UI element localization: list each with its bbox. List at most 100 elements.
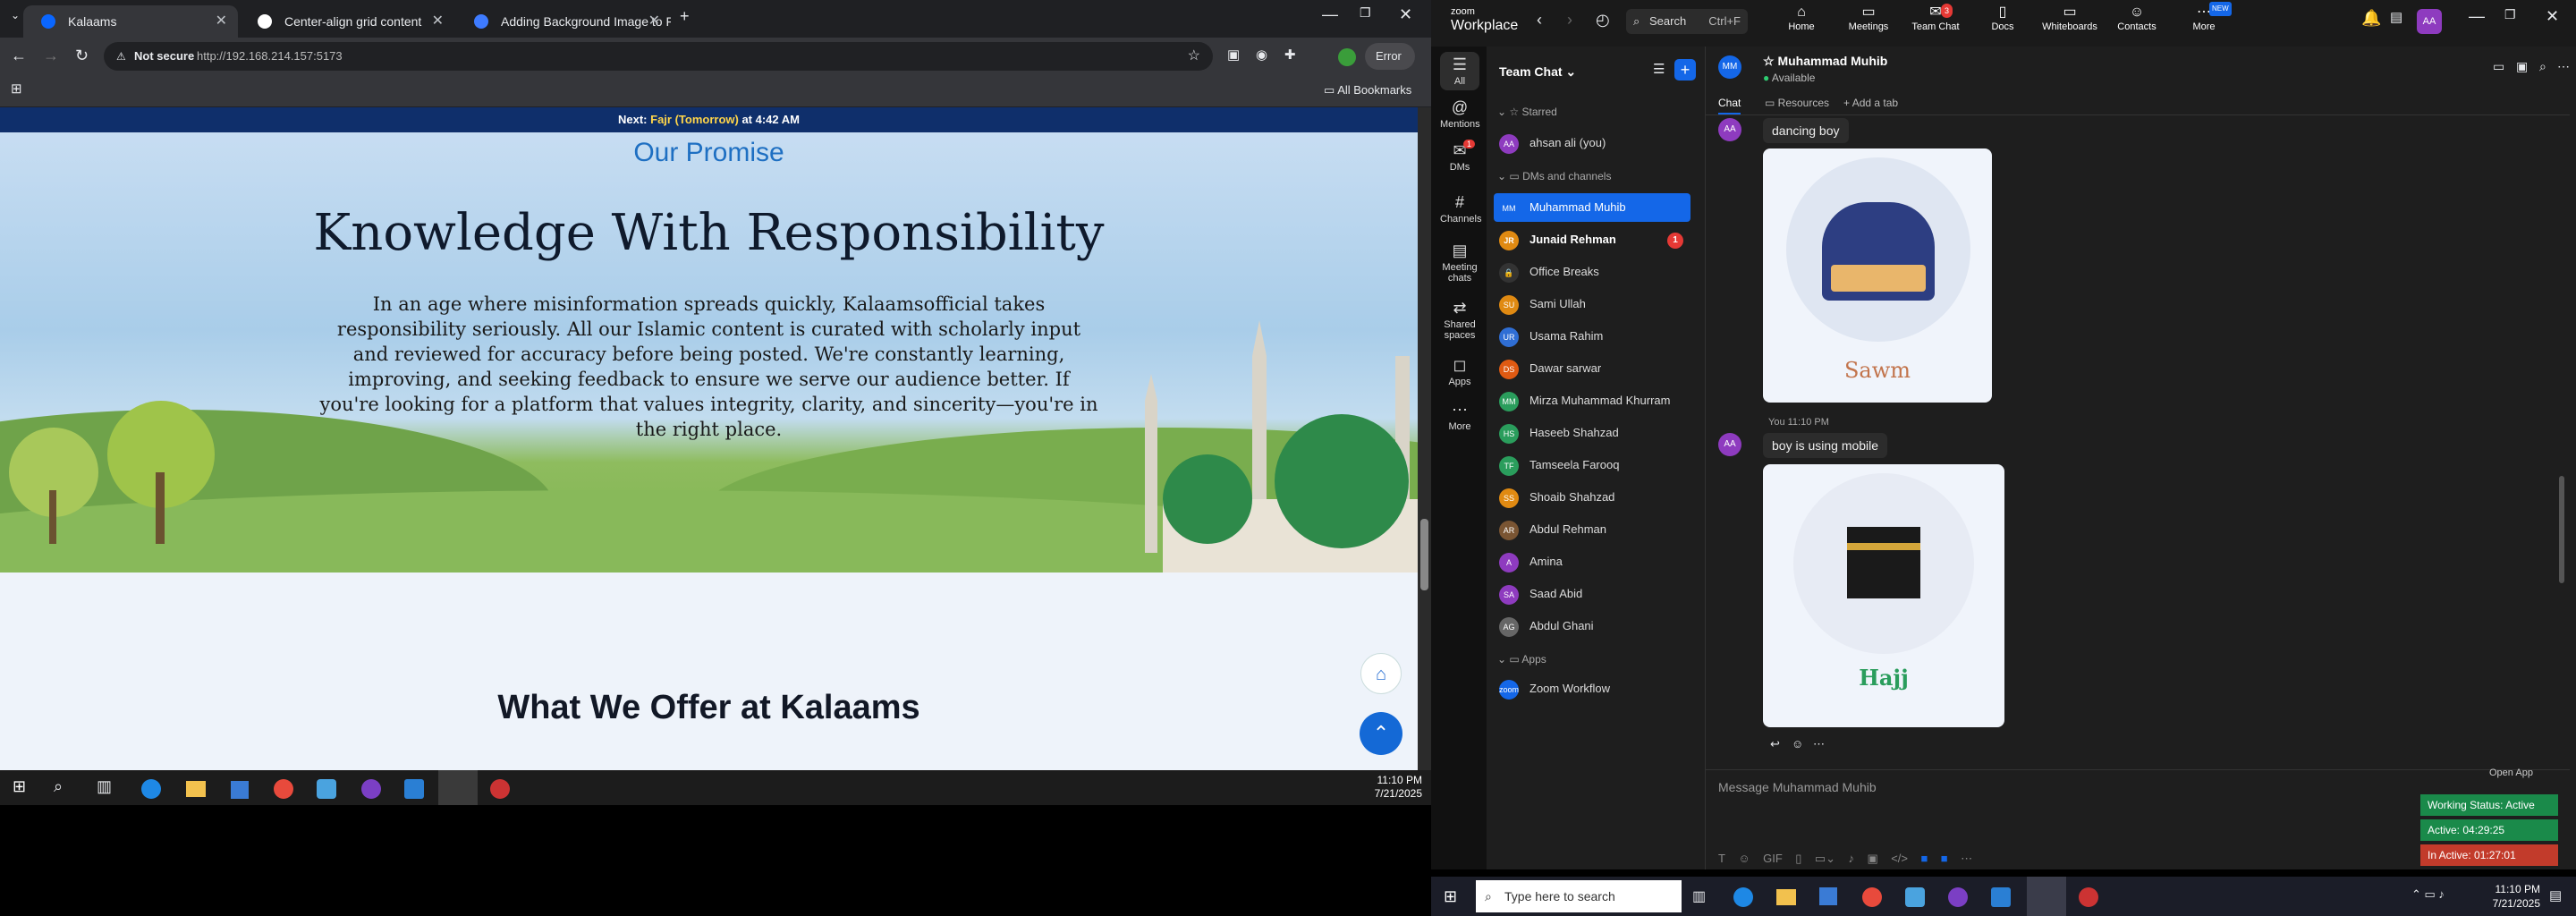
message-input[interactable]: Message Muhammad Muhib (1718, 780, 1877, 794)
zoom-taskbar-icon[interactable] (2027, 877, 2066, 916)
url-text[interactable]: http://192.168.214.157:5173 (197, 42, 343, 71)
rail-apps[interactable]: ◻ Apps (1440, 356, 1479, 387)
tab-resources[interactable]: ▭ Resources (1765, 97, 1829, 109)
window-close-icon[interactable]: ✕ (2546, 7, 2559, 26)
github-icon[interactable] (1948, 887, 1968, 907)
image-card-hajj[interactable]: Hajj (1763, 464, 2004, 727)
vscode-icon[interactable] (1991, 887, 2011, 907)
chat-row[interactable]: AG Abdul Ghani (1494, 612, 1690, 640)
edge-icon[interactable] (141, 779, 161, 799)
nav-team-chat[interactable]: ✉ Team Chat 3 (1907, 4, 1964, 34)
tab-chat[interactable]: Chat (1718, 97, 1741, 114)
extensions-puzzle-icon[interactable]: ✚ (1284, 47, 1296, 63)
back-icon[interactable]: ← (11, 47, 27, 65)
task-view-icon[interactable]: ▥ (97, 777, 112, 796)
prayer-widget-button[interactable]: ⌂ (1360, 653, 1402, 694)
start-icon[interactable]: ⊞ (13, 777, 26, 796)
tab-kalaams[interactable]: Kalaams ✕ (23, 5, 238, 38)
forward-icon[interactable]: → (43, 47, 59, 65)
scrollbar-thumb[interactable] (1420, 519, 1428, 590)
address-bar[interactable]: ⚠ Not secure http://192.168.214.157:5173… (104, 42, 1213, 71)
app-icon[interactable] (490, 779, 510, 799)
emoji-icon[interactable]: ☺ (1792, 737, 1803, 751)
vscode-icon[interactable] (404, 779, 424, 799)
page-scrollbar[interactable] (1418, 107, 1431, 770)
chat-row[interactable]: UR Usama Rahim (1494, 322, 1690, 351)
user-avatar[interactable]: AA (2417, 9, 2442, 34)
nav-contacts[interactable]: ☺ Contacts (2108, 5, 2165, 34)
format-icon[interactable]: T (1718, 852, 1725, 865)
new-chat-button[interactable]: + (1674, 59, 1696, 81)
all-bookmarks-button[interactable]: ▭ All Bookmarks (1324, 83, 1411, 98)
contact-name[interactable]: ☆ Muhammad Muhib (1763, 54, 1887, 69)
scroll-top-button[interactable]: ⌃ (1360, 712, 1402, 755)
chat-row[interactable]: 🔒 Office Breaks (1494, 258, 1690, 286)
chat-row[interactable]: SA Saad Abid (1494, 580, 1690, 608)
mic-icon[interactable]: ♪ (1849, 852, 1855, 865)
chat-row[interactable]: AR Abdul Rehman (1494, 515, 1690, 544)
file-icon[interactable]: ▯ (1795, 852, 1801, 865)
chat-scrollbar[interactable] (2559, 476, 2564, 583)
tray-icons[interactable]: ⌃ ▭ ♪ (2411, 887, 2445, 902)
video-icon[interactable]: ▭ (2493, 59, 2504, 74)
close-icon[interactable]: ✕ (216, 5, 227, 38)
minimize-icon[interactable]: — (2469, 7, 2485, 26)
filter-icon[interactable]: ☰ (1653, 61, 1665, 77)
chrome-icon[interactable] (1862, 887, 1882, 907)
nav-home[interactable]: ⌂ Home (1773, 5, 1830, 34)
rail-dms[interactable]: ✉ DMs 1 (1440, 140, 1479, 173)
forward-icon[interactable]: › (1567, 11, 1572, 30)
image-card-sawm[interactable]: Sawm (1763, 148, 1992, 403)
maximize-icon[interactable]: ❐ (2504, 7, 2516, 22)
new-tab-button[interactable]: + (680, 7, 690, 26)
tab-background-image[interactable]: Adding Background Image to F ✕ (456, 5, 671, 38)
edge-icon[interactable] (1733, 887, 1753, 907)
screenshot-icon[interactable]: ▭⌄ (1815, 852, 1835, 865)
chat-row[interactable]: MM Mirza Muhammad Khurram (1494, 386, 1690, 415)
store-icon[interactable] (1819, 887, 1837, 905)
search-icon[interactable]: ⌕ (54, 777, 63, 796)
rail-meeting-chats[interactable]: ▤ Meeting chats (1440, 242, 1479, 284)
rail-all[interactable]: ☰ All (1440, 52, 1479, 90)
file-explorer-icon[interactable] (186, 781, 206, 797)
nav-docs[interactable]: ▯ Docs (1974, 5, 2031, 34)
nav-more[interactable]: ⋯ More NEW (2175, 2, 2233, 34)
tab-search-icon[interactable]: ⌄ (11, 9, 20, 21)
extension-icon[interactable]: ▣ (1227, 47, 1240, 63)
more-icon[interactable]: ⋯ (2557, 59, 2570, 74)
rail-mentions[interactable]: @ Mentions (1440, 98, 1480, 130)
window-close-icon[interactable]: ✕ (1399, 5, 1412, 24)
section-apps[interactable]: ⌄ ▭ Apps (1497, 653, 1546, 666)
profile-avatar[interactable] (1338, 48, 1356, 66)
chat-row[interactable]: HS Haseeb Shahzad (1494, 419, 1690, 447)
app-icon[interactable] (317, 779, 336, 799)
search-icon[interactable]: ⌕ (2539, 59, 2546, 74)
store-icon[interactable] (231, 781, 249, 799)
open-app-link[interactable]: Open App (2489, 768, 2533, 778)
app-panel-icon[interactable]: ▤ (2390, 9, 2402, 25)
github-icon[interactable] (361, 779, 381, 799)
notification-center-icon[interactable]: ▤ (2549, 887, 2562, 903)
back-icon[interactable]: ‹ (1537, 11, 1542, 30)
minimize-icon[interactable]: — (1322, 5, 1338, 24)
app-icon[interactable] (2079, 887, 2098, 907)
section-starred[interactable]: ⌄ ☆ Starred (1497, 106, 1557, 118)
section-dms[interactable]: ⌄ ▭ DMs and channels (1497, 170, 1611, 182)
more-icon[interactable]: ⋯ (1961, 852, 1972, 865)
nav-meetings[interactable]: ▭ Meetings (1840, 5, 1897, 34)
nav-whiteboards[interactable]: ▭ Whiteboards (2041, 5, 2098, 34)
rail-more[interactable]: ⋯ More (1440, 401, 1479, 432)
maximize-icon[interactable]: ❐ (1360, 5, 1371, 21)
error-button[interactable]: Error ⋮ (1365, 43, 1415, 89)
search-box[interactable]: ⌕ Search Ctrl+F (1626, 9, 1748, 34)
chat-row[interactable]: TF Tamseela Farooq (1494, 451, 1690, 479)
zoom-taskbar-icon[interactable] (438, 770, 478, 805)
panel-icon[interactable]: ▣ (2516, 59, 2528, 74)
history-icon[interactable]: ◴ (1596, 11, 1610, 30)
task-view-icon[interactable]: ▥ (1692, 887, 1706, 905)
reload-icon[interactable]: ↻ (75, 47, 89, 65)
chat-row[interactable]: A Amina (1494, 547, 1690, 576)
close-icon[interactable]: ✕ (432, 5, 444, 38)
tab-add[interactable]: + Add a tab (1843, 97, 1898, 109)
tab-center-align[interactable]: Center-align grid content ✕ (240, 5, 454, 38)
